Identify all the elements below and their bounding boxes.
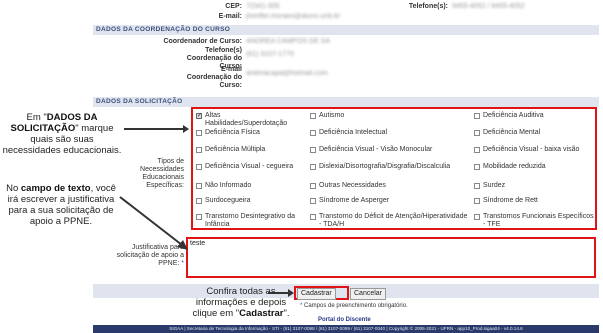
email-coordenacao-value: andreacapa@hotmail.com [246,70,328,77]
needs-checkbox-option[interactable]: Síndrome de Asperger [310,197,470,205]
needs-checkbox-option[interactable]: Deficiência Intelectual [310,129,470,137]
needs-checkbox-option[interactable]: Deficiência Visual - Visão Monocular [310,146,470,154]
needs-checkbox-label: Transtorno Desintegrativo da Infância [205,213,296,228]
checkbox-icon[interactable] [474,182,480,189]
needs-checkbox-label: Deficiência Visual - cegueira [205,163,294,170]
needs-checkbox-label: Outras Necessidades [319,182,386,189]
needs-checkbox-label: Transtornos Funcionais Específicos - TFE [483,213,594,228]
needs-checkbox-label: Autismo [319,112,345,119]
needs-checkbox-label: Deficiência Intelectual [319,129,388,136]
required-fields-note: * Campos de preenchimento obrigatório. [300,303,408,309]
needs-checkbox-label: Transtorno do Déficit de Atenção/Hiperat… [319,213,468,228]
solicitation-section-header: DADOS DA SOLICITAÇÃO [93,97,599,107]
checkbox-icon[interactable] [196,213,202,220]
needs-checkbox-option[interactable]: Transtorno Desintegrativo da Infância [196,213,304,228]
portal-discente-link[interactable]: Portal do Discente [318,317,371,323]
needs-checkbox-option[interactable]: Deficiência Física [196,129,304,137]
arrow-3-line [268,292,290,294]
checkbox-icon[interactable] [474,213,480,220]
checkbox-icon[interactable] [310,197,316,204]
needs-checkbox-option[interactable]: Deficiência Mental [474,129,594,137]
needs-checkbox-option[interactable]: Deficiência Visual - cegueira [196,163,304,171]
checkbox-icon[interactable] [196,129,202,136]
checkbox-icon[interactable] [310,112,316,119]
tipos-necessidades-label: Tipos de Necessidades Educacionais Espec… [140,158,184,189]
checkbox-icon[interactable] [310,146,316,153]
needs-checkbox-label: Síndrome de Rett [483,197,538,204]
checkbox-icon[interactable] [474,197,480,204]
needs-checkbox-label: Deficiência Múltipla [205,146,266,153]
checkbox-icon[interactable] [474,163,480,170]
annotation-dados-solicitacao: Em "DADOS DA SOLICITAÇÃO" marque quais s… [2,112,122,156]
email-value: jhenffer.moraes@aluno.unb.br [246,13,341,20]
arrow-1-line [124,128,184,130]
needs-checkbox-option[interactable]: Autismo [310,112,470,120]
cadastrar-button[interactable]: Cadastrar [297,288,336,300]
needs-checkbox-option[interactable]: Surdocegueira [196,197,304,205]
checkbox-icon[interactable] [474,146,480,153]
coordination-section-header: DADOS DA COORDENAÇÃO DO CURSO [93,25,599,35]
arrow-2 [119,196,188,250]
needs-checkbox-option[interactable]: Mobilidade reduzida [474,163,594,171]
checkbox-icon[interactable] [310,163,316,170]
footer-bar: SIGAA | Secretaria de Tecnologia da Info… [93,325,599,333]
cep-label: CEP: [225,3,242,10]
arrow-1-head [183,125,189,133]
needs-checkbox-label: Altas Habilidades/Superdotação [205,112,288,127]
needs-checkbox-option[interactable]: Deficiência Múltipla [196,146,304,154]
needs-checkbox-label: Surdez [483,182,506,189]
email-label: E-mail: [218,13,242,20]
checkbox-checked-icon[interactable]: ✓ [196,112,202,119]
checkbox-icon[interactable] [474,129,480,136]
needs-checkbox-label: Síndrome de Asperger [319,197,390,204]
needs-checkbox-option[interactable]: Deficiência Auditiva [474,112,594,120]
telefone-label: Telefone(s): [408,3,448,10]
coordenador-value: ANDREA CAMPOS DE SA [246,38,331,45]
needs-checkbox-option[interactable]: Deficiência Visual - baixa visão [474,146,594,154]
checkbox-icon[interactable] [196,197,202,204]
cep-value: 72341-305 [246,3,280,10]
needs-checkbox-label: Deficiência Visual - Visão Monocular [319,146,433,153]
justificativa-textarea[interactable]: teste [190,240,592,275]
needs-checkbox-option[interactable]: Surdez [474,182,594,190]
coordenador-label: Coordenador de Curso: [163,38,242,45]
needs-checkbox-label: Deficiência Física [205,129,260,136]
checkbox-icon[interactable] [196,163,202,170]
checkbox-icon[interactable] [310,182,316,189]
telefone-coordenacao-value: (61) 3107-1770 [246,51,294,58]
needs-checkbox-label: Não Informado [205,182,252,189]
needs-checkbox-label: Surdocegueira [205,197,251,204]
checkbox-icon[interactable] [310,129,316,136]
checkbox-icon[interactable] [196,146,202,153]
needs-checkbox-option[interactable]: Dislexia/Disortografia/Disgrafia/Discalc… [310,163,470,171]
checkbox-icon[interactable] [310,213,316,220]
telefone-value: 9455-4052 / 9455-4052 [452,3,525,10]
arrow-3-head [288,289,294,297]
needs-checkbox-label: Dislexia/Disortografia/Disgrafia/Discalc… [319,163,451,170]
needs-checkbox-label: Deficiência Auditiva [483,112,544,119]
cancelar-button[interactable]: Cancelar [350,288,387,300]
needs-checkbox-option[interactable]: Síndrome de Rett [474,197,594,205]
checkbox-icon[interactable] [474,112,480,119]
checkbox-icon[interactable] [196,182,202,189]
annotation-cadastrar: Confira todas as informações e depois cl… [192,286,290,319]
required-star: * [300,303,303,309]
needs-checkbox-option[interactable]: Transtorno do Déficit de Atenção/Hiperat… [310,213,470,228]
needs-checkbox-label: Deficiência Mental [483,129,541,136]
needs-checkbox-label: Mobilidade reduzida [483,163,546,170]
needs-checkbox-label: Deficiência Visual - baixa visão [483,146,580,153]
annotation-campo-texto: No campo de texto, você irá escrever a j… [6,183,116,227]
needs-checkbox-option[interactable]: Transtornos Funcionais Específicos - TFE [474,213,594,228]
needs-checkbox-option[interactable]: ✓ Altas Habilidades/Superdotação [196,112,304,127]
email-coordenacao-label: E-mail Coordenação do Curso: [186,66,242,89]
needs-checkbox-option[interactable]: Não Informado [196,182,304,190]
needs-checkbox-option[interactable]: Outras Necessidades [310,182,470,190]
